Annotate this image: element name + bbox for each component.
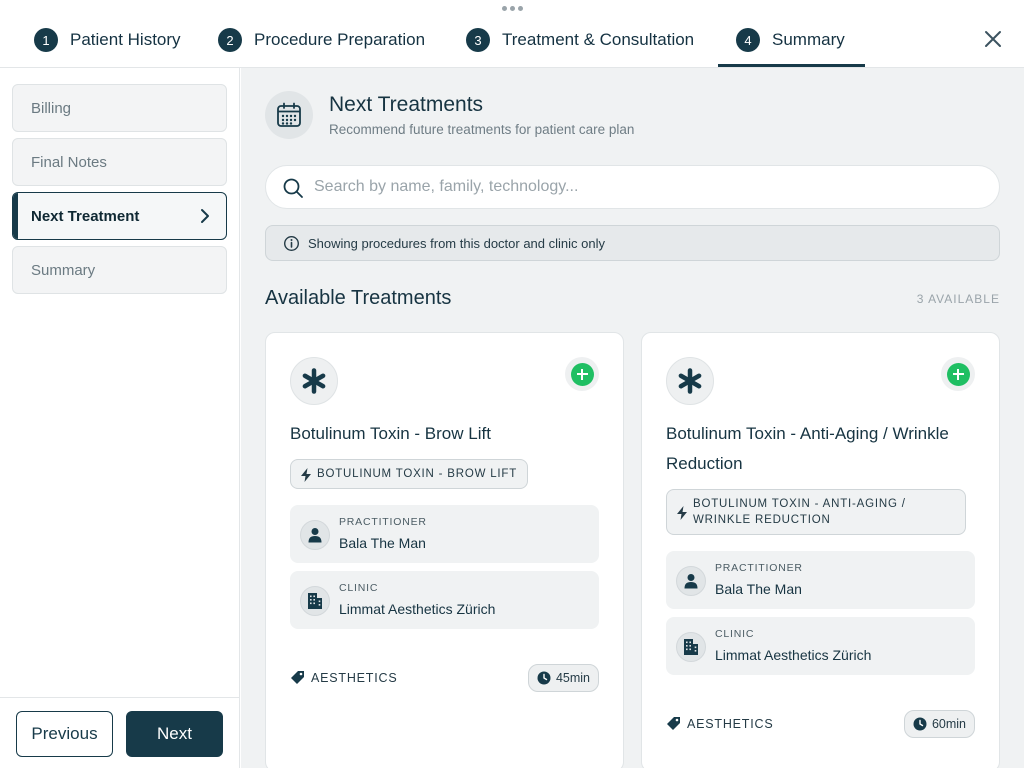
calendar-icon xyxy=(277,102,301,127)
sidebar: Billing Final Notes Next Treatment Summa… xyxy=(0,68,240,768)
procedure-icon-circle xyxy=(290,357,338,405)
clinic-label: CLINIC xyxy=(339,582,379,594)
duration-text: 45min xyxy=(555,671,590,685)
practitioner-label: PRACTITIONER xyxy=(715,562,803,574)
search-icon xyxy=(283,178,303,198)
category-text: AESTHETICS xyxy=(687,716,774,731)
building-icon xyxy=(684,639,698,655)
category-label: AESTHETICS xyxy=(666,716,774,731)
practitioner-name: Bala The Man xyxy=(715,581,802,597)
person-icon xyxy=(308,528,322,543)
tag-icon xyxy=(291,671,304,684)
step-procedure-preparation[interactable]: 2 Procedure Preparation xyxy=(218,26,425,54)
tag-icon xyxy=(667,717,680,730)
step-treatment-consultation[interactable]: 3 Treatment & Consultation xyxy=(466,26,694,54)
step-label: Treatment & Consultation xyxy=(502,30,695,49)
procedure-icon-circle xyxy=(666,357,714,405)
step-label: Patient History xyxy=(70,30,181,49)
treatment-card[interactable]: Botulinum Toxin - Brow Lift BOTULINUM TO… xyxy=(265,332,624,768)
step-number: 3 xyxy=(466,28,490,52)
duration-text: 60min xyxy=(931,717,966,731)
previous-button[interactable]: Previous xyxy=(16,711,113,757)
sidebar-item-summary[interactable]: Summary xyxy=(12,246,227,294)
sidebar-item-final-notes[interactable]: Final Notes xyxy=(12,138,227,186)
person-icon xyxy=(684,574,698,589)
building-icon xyxy=(308,593,322,609)
plus-circle-icon xyxy=(570,362,594,386)
duration-badge: 60min xyxy=(903,710,975,738)
category-text: AESTHETICS xyxy=(311,670,398,685)
practitioner-label: PRACTITIONER xyxy=(339,516,427,528)
technology-tag: BOTULINUM TOXIN - ANTI-AGING / WRINKLE R… xyxy=(666,489,966,535)
sidebar-footer: Previous Next xyxy=(0,697,239,768)
chevron-right-icon xyxy=(201,209,209,223)
clinic-box: CLINIC Limmat Aesthetics Zürich xyxy=(290,571,599,629)
step-number: 4 xyxy=(736,28,760,52)
step-label: Procedure Preparation xyxy=(254,30,426,49)
duration-badge: 45min xyxy=(527,664,599,692)
asterisk-icon xyxy=(678,368,702,394)
sidebar-item-billing[interactable]: Billing xyxy=(12,84,227,132)
step-navigation-bar: 1 Patient History 2 Procedure Preparatio… xyxy=(0,0,1024,68)
header-icon-circle xyxy=(265,91,313,139)
available-count: 3 AVAILABLE xyxy=(916,292,1000,306)
practitioner-name: Bala The Man xyxy=(339,535,426,551)
sidebar-item-label: Billing xyxy=(31,99,72,117)
info-text: Showing procedures from this doctor and … xyxy=(308,235,605,251)
close-icon[interactable] xyxy=(982,28,1004,50)
treatment-name: Botulinum Toxin - Brow Lift xyxy=(290,424,491,443)
clock-icon xyxy=(913,717,927,731)
page-subtitle: Recommend future treatments for patient … xyxy=(329,122,635,137)
practitioner-box: PRACTITIONER Bala The Man xyxy=(666,551,975,609)
technology-tag-label: BOTULINUM TOXIN - ANTI-AGING / WRINKLE R… xyxy=(693,498,906,526)
add-treatment-button[interactable] xyxy=(565,357,599,391)
info-banner: Showing procedures from this doctor and … xyxy=(265,225,1000,261)
clock-icon xyxy=(537,671,551,685)
asterisk-icon xyxy=(302,368,326,394)
main-content: Next Treatments Recommend future treatme… xyxy=(241,68,1024,768)
drag-handle-icon[interactable] xyxy=(502,6,523,11)
search-input[interactable] xyxy=(314,166,984,208)
plus-circle-icon xyxy=(946,362,970,386)
bolt-icon xyxy=(677,506,687,520)
page-title: Next Treatments xyxy=(329,93,484,116)
search-bar[interactable] xyxy=(265,165,1000,209)
clinic-label: CLINIC xyxy=(715,628,755,640)
sidebar-item-next-treatment[interactable]: Next Treatment xyxy=(12,192,227,240)
practitioner-icon-circle xyxy=(300,520,330,550)
practitioner-box: PRACTITIONER Bala The Man xyxy=(290,505,599,563)
clinic-name: Limmat Aesthetics Zürich xyxy=(715,647,872,663)
active-step-indicator xyxy=(718,64,865,67)
technology-tag: BOTULINUM TOXIN - BROW LIFT xyxy=(290,459,529,489)
add-treatment-button[interactable] xyxy=(941,357,975,391)
info-icon xyxy=(283,235,300,252)
clinic-icon-circle xyxy=(300,586,330,616)
clinic-name: Limmat Aesthetics Zürich xyxy=(339,601,496,617)
step-summary[interactable]: 4 Summary xyxy=(736,26,845,54)
treatment-card[interactable]: Botulinum Toxin - Anti-Aging / Wrinkle R… xyxy=(641,332,1000,768)
step-number: 2 xyxy=(218,28,242,52)
sidebar-item-label: Summary xyxy=(31,261,96,279)
clinic-box: CLINIC Limmat Aesthetics Zürich xyxy=(666,617,975,675)
section-title: Available Treatments xyxy=(265,287,452,309)
step-patient-history[interactable]: 1 Patient History xyxy=(34,26,181,54)
clinic-icon-circle xyxy=(676,632,706,662)
sidebar-item-label: Next Treatment xyxy=(31,207,140,225)
step-label: Summary xyxy=(772,30,845,49)
sidebar-item-label: Final Notes xyxy=(31,153,107,171)
next-button[interactable]: Next xyxy=(126,711,223,757)
treatment-name: Botulinum Toxin - Anti-Aging / Wrinkle R… xyxy=(666,424,949,473)
step-number: 1 xyxy=(34,28,58,52)
practitioner-icon-circle xyxy=(676,566,706,596)
technology-tag-label: BOTULINUM TOXIN - BROW LIFT xyxy=(317,468,518,480)
bolt-icon xyxy=(301,468,311,482)
category-label: AESTHETICS xyxy=(290,670,398,685)
